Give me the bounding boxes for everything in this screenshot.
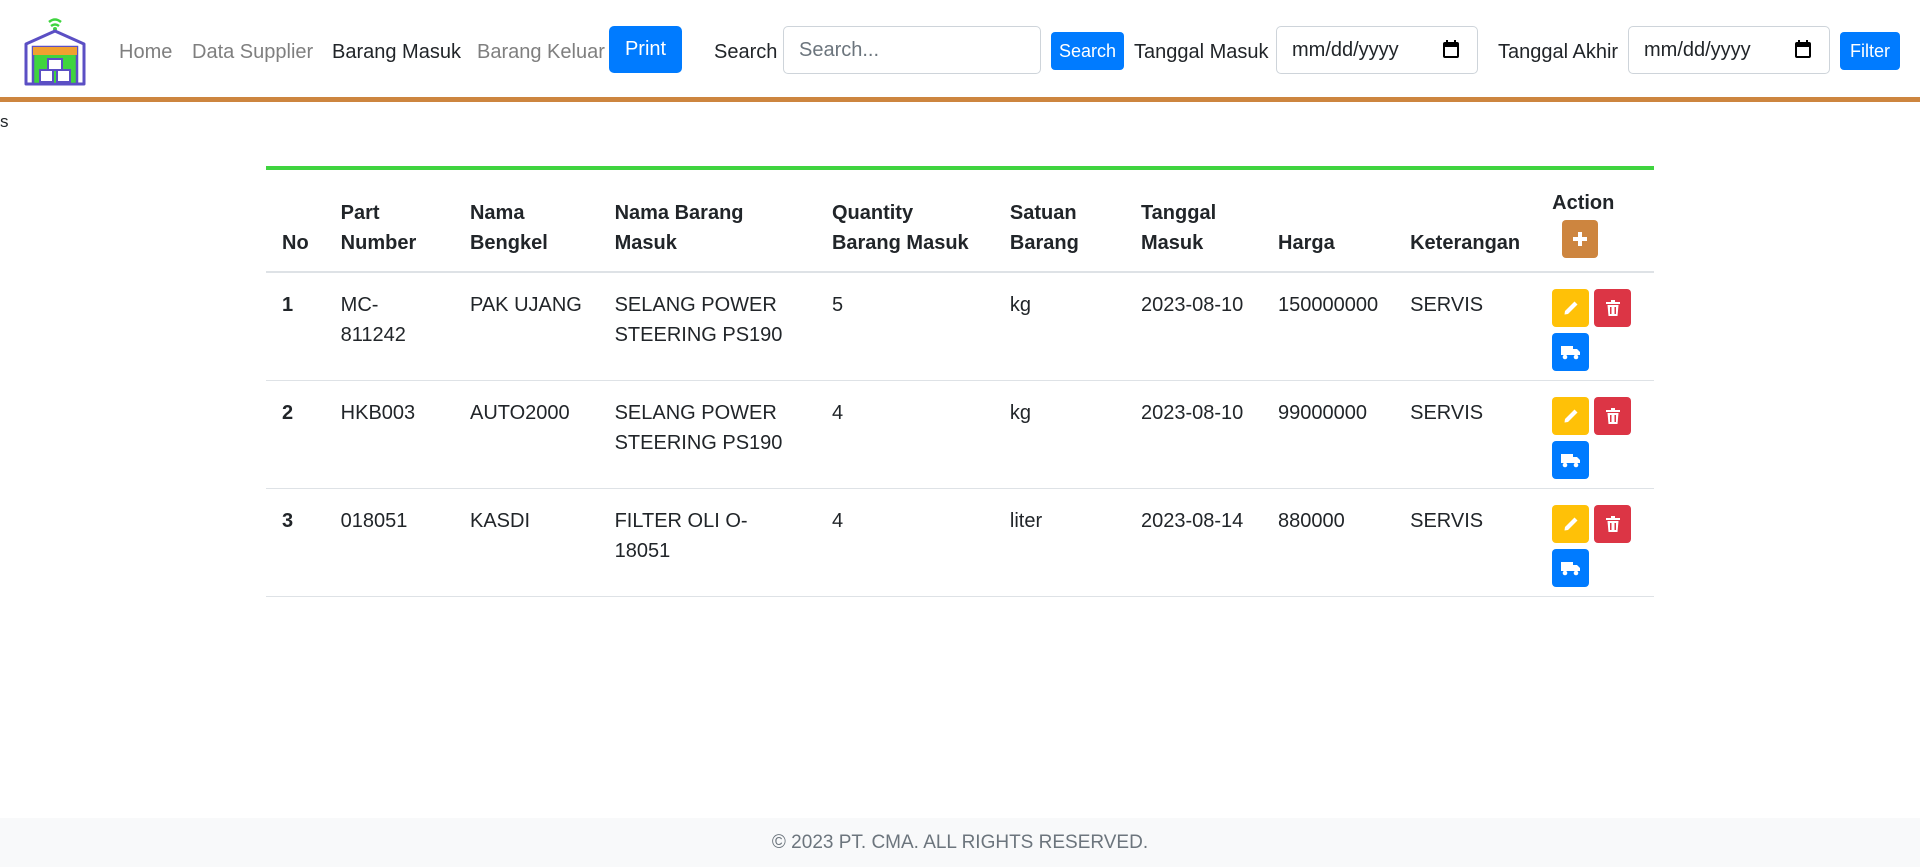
cell-no: 1	[266, 272, 325, 381]
header-part-number: Part Number	[324, 170, 454, 273]
tanggal-akhir-date-input[interactable]: mm/dd/yyyy	[1628, 26, 1830, 74]
pencil-icon	[1564, 409, 1578, 422]
pencil-icon	[1564, 517, 1578, 530]
cell-harga: 880000	[1262, 488, 1395, 597]
navbar: Home Data Supplier Barang Masuk Barang K…	[0, 0, 1920, 102]
edit-button[interactable]	[1552, 289, 1590, 327]
barang-masuk-table: No Part Number Nama Bengkel Nama Barang …	[266, 170, 1654, 597]
cell-tanggal: 2023-08-10	[1124, 272, 1262, 381]
cell-quantity: 4	[815, 380, 994, 489]
cell-tanggal: 2023-08-14	[1124, 488, 1262, 597]
nav-link-barang-keluar[interactable]: Barang Keluar	[477, 39, 605, 65]
header-nama-bengkel: Nama Bengkel	[453, 170, 599, 273]
calendar-icon[interactable]	[1795, 40, 1811, 58]
add-button[interactable]	[1562, 220, 1599, 258]
header-no: No	[266, 170, 325, 273]
cell-harga: 150000000	[1262, 272, 1395, 381]
header-nama-barang-masuk: Nama Barang Masuk	[598, 170, 816, 273]
ship-out-button[interactable]	[1552, 548, 1590, 587]
table-row: 1 MC-811242 PAK UJANG SELANG POWER STEER…	[266, 272, 1654, 381]
plus-icon	[1573, 232, 1588, 246]
cell-nama-barang: FILTER OLI O-18051	[598, 488, 816, 597]
table-header-row: No Part Number Nama Bengkel Nama Barang …	[266, 170, 1654, 273]
cell-action	[1536, 488, 1654, 597]
cell-nama-barang: SELANG POWER STEERING PS190	[598, 272, 816, 381]
cell-keterangan: SERVIS	[1394, 272, 1537, 381]
cell-part-number: MC-811242	[324, 272, 454, 381]
cell-action	[1536, 380, 1654, 489]
header-keterangan: Keterangan	[1394, 170, 1537, 273]
edit-button[interactable]	[1552, 504, 1590, 543]
tanggal-akhir-label: Tanggal Akhir	[1498, 41, 1619, 63]
cell-nama-barang: SELANG POWER STEERING PS190	[598, 380, 816, 489]
cell-no: 3	[266, 488, 325, 597]
ship-out-button[interactable]	[1552, 440, 1590, 479]
search-placeholder: Search...	[799, 38, 880, 61]
cell-satuan: kg	[993, 380, 1125, 489]
nav-link-barang-masuk[interactable]: Barang Masuk	[332, 39, 461, 65]
cell-nama-bengkel: AUTO2000	[453, 380, 599, 489]
print-button[interactable]: Print	[609, 26, 682, 73]
filter-button[interactable]: Filter	[1840, 32, 1900, 70]
header-action: Action	[1536, 170, 1654, 273]
cell-tanggal: 2023-08-10	[1124, 380, 1262, 489]
cell-nama-bengkel: KASDI	[453, 488, 599, 597]
trash-icon	[1605, 407, 1620, 424]
header-action-label: Action	[1552, 192, 1615, 214]
header-harga: Harga	[1262, 170, 1395, 273]
tanggal-masuk-date-input[interactable]: mm/dd/yyyy	[1276, 26, 1478, 74]
delete-button[interactable]	[1594, 396, 1632, 435]
trash-icon	[1605, 515, 1620, 532]
header-quantity: Quantity Barang Masuk	[815, 170, 994, 273]
cell-satuan: liter	[993, 488, 1125, 597]
table-row: 2 HKB003 AUTO2000 SELANG POWER STEERING …	[266, 380, 1654, 489]
cell-keterangan: SERVIS	[1394, 488, 1537, 597]
table-row: 3 018051 KASDI FILTER OLI O-18051 4 lite…	[266, 488, 1654, 597]
delete-button[interactable]	[1594, 289, 1632, 327]
pencil-icon	[1564, 301, 1578, 315]
truck-icon	[1560, 561, 1580, 575]
cell-harga: 99000000	[1262, 380, 1395, 489]
search-button[interactable]: Search	[1051, 32, 1124, 70]
edit-button[interactable]	[1552, 396, 1590, 435]
cell-no: 2	[266, 380, 325, 489]
search-label: Search	[714, 41, 778, 63]
header-satuan: Satuan Barang	[993, 170, 1125, 273]
header-tanggal-masuk: Tanggal Masuk	[1124, 170, 1262, 273]
calendar-icon[interactable]	[1443, 40, 1459, 58]
nav-link-home[interactable]: Home	[119, 39, 172, 65]
tanggal-masuk-label: Tanggal Masuk	[1134, 41, 1269, 63]
cell-part-number: HKB003	[324, 380, 454, 489]
truck-icon	[1560, 346, 1580, 360]
delete-button[interactable]	[1594, 504, 1632, 543]
warehouse-logo-icon[interactable]	[22, 14, 88, 86]
tanggal-masuk-placeholder: mm/dd/yyyy	[1292, 38, 1399, 61]
cell-part-number: 018051	[324, 488, 454, 597]
cell-action	[1536, 272, 1654, 381]
cell-quantity: 4	[815, 488, 994, 597]
trash-icon	[1605, 300, 1620, 316]
footer: © 2023 PT. CMA. ALL RIGHTS RESERVED.	[0, 818, 1920, 867]
cell-quantity: 5	[815, 272, 994, 381]
cell-nama-bengkel: PAK UJANG	[453, 272, 599, 381]
barang-masuk-table-container: No Part Number Nama Bengkel Nama Barang …	[266, 166, 1654, 597]
search-input[interactable]: Search...	[783, 26, 1041, 74]
ship-out-button[interactable]	[1552, 333, 1590, 371]
truck-icon	[1560, 453, 1580, 467]
tanggal-akhir-placeholder: mm/dd/yyyy	[1644, 38, 1751, 61]
cell-satuan: kg	[993, 272, 1125, 381]
nav-link-data-supplier[interactable]: Data Supplier	[192, 39, 313, 65]
stray-text: s	[0, 112, 9, 131]
cell-keterangan: SERVIS	[1394, 380, 1537, 489]
